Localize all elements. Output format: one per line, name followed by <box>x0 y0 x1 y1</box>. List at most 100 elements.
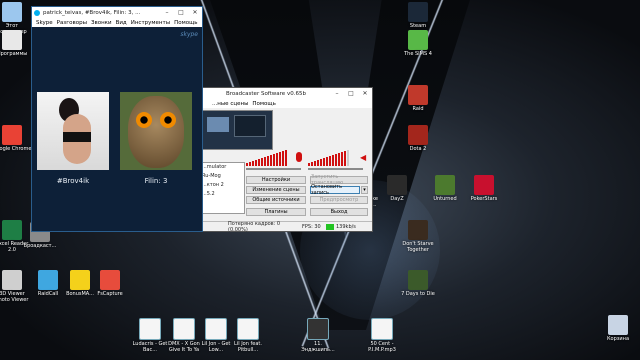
desktop-icon[interactable]: Steam <box>398 2 438 29</box>
participant-tile[interactable] <box>37 92 109 170</box>
desktop-icon[interactable]: Unturned <box>425 175 465 202</box>
obs-title: Broadcaster Software v0.65b <box>226 90 306 97</box>
desktop-icon[interactable]: Dota 2 <box>398 125 438 152</box>
meter-segment <box>335 154 337 166</box>
meter-segment <box>255 160 257 166</box>
desktop-icon-label: Unturned <box>433 196 457 202</box>
stop-record-button[interactable]: Остановить запись <box>310 184 360 196</box>
desktop-icon[interactable]: 50 Cent - P.I.M.P.mp3 <box>362 318 402 353</box>
edit-scene-button[interactable]: Изменение сцены <box>246 186 306 194</box>
obs-window[interactable]: Broadcaster Software v0.65b – □ ✕ ...ные… <box>195 87 373 233</box>
record-dropdown-button[interactable]: ▾ <box>361 186 368 194</box>
dst-icon <box>408 220 428 240</box>
chevron-down-icon: ▾ <box>363 187 366 193</box>
obs-menu-item[interactable]: Помощь <box>252 101 275 107</box>
owl-eye <box>136 112 152 128</box>
desktop-icon[interactable]: Lil Jon feat. Pitbull... <box>228 318 268 353</box>
meter-segment <box>264 157 266 166</box>
skype-window[interactable]: patrick_teivas, #Brov4ik, Filin: 3, ... … <box>31 6 203 232</box>
skype-menu-item[interactable]: Разговоры <box>57 20 87 26</box>
skype-titlebar[interactable]: patrick_teivas, #Brov4ik, Filin: 3, ... … <box>32 7 202 18</box>
exit-button[interactable]: Выход <box>310 208 368 216</box>
meter-segment <box>308 163 310 166</box>
meter-segment <box>279 152 281 166</box>
desktop-icon[interactable]: PokerStars <box>464 175 504 202</box>
skype-logo-icon <box>34 9 40 16</box>
7days-icon <box>408 270 428 290</box>
skype-menu-item[interactable]: Вид <box>116 20 127 26</box>
pokerstars-icon <box>474 175 494 195</box>
obs-sources-list[interactable]: ...mulator Ru-Mog ...ктон 2 ...5.2 <box>201 162 245 214</box>
microphone-icon[interactable] <box>296 152 302 162</box>
source-item[interactable]: ...5.2 <box>202 190 244 199</box>
meter-segment <box>311 162 313 166</box>
settings-button[interactable]: Настройки <box>246 176 306 184</box>
source-item[interactable]: ...mulator <box>202 163 244 172</box>
meter-segment <box>323 158 325 166</box>
obs-menu-item[interactable]: ...ные сцены <box>212 101 248 107</box>
source-item[interactable]: Ru-Mog <box>202 172 244 181</box>
close-icon[interactable]: ✕ <box>188 9 202 16</box>
desktop-icon-label: DayZ <box>390 196 404 202</box>
bitrate-indicator <box>326 223 334 230</box>
dayz-icon <box>387 175 407 195</box>
obs-preview <box>201 110 273 150</box>
desktop-icon[interactable]: DayZ <box>377 175 417 202</box>
source-item[interactable]: ...ктон 2 <box>202 181 244 190</box>
meter-segment <box>317 160 319 166</box>
desktop-icon-label: Броадкаст... <box>23 243 57 249</box>
obs-menubar: ...ные сцены Помощь <box>196 99 372 108</box>
skype-menu-item[interactable]: Звонки <box>91 20 112 26</box>
participant-name: #Brov4ik <box>56 177 90 185</box>
preview-button[interactable]: Предпросмотр <box>310 196 368 204</box>
recycle-bin-icon <box>608 315 628 335</box>
meter-segment <box>246 163 248 166</box>
desktop-icon-label: 50 Cent - P.I.M.P.mp3 <box>368 341 396 353</box>
skype-menu-item[interactable]: Помощь <box>174 20 197 26</box>
minimize-icon[interactable]: – <box>330 90 344 97</box>
steam-icon <box>408 2 428 22</box>
owl-body <box>128 96 184 168</box>
desktop-icon[interactable]: 11. Энджшипь... <box>298 318 338 353</box>
meter-segment <box>285 150 287 166</box>
participant-tile[interactable] <box>120 92 192 170</box>
desktop-icon-label: Dota 2 <box>409 146 427 152</box>
skype-menu-item[interactable]: Skype <box>36 20 53 26</box>
desktop-icon-label: The SIMS 4 <box>404 51 432 57</box>
skype-menu-item[interactable]: Инструменты <box>131 20 170 26</box>
obs-titlebar[interactable]: Broadcaster Software v0.65b – □ ✕ <box>196 88 372 99</box>
meter-bar <box>246 168 301 170</box>
desktop-icon[interactable]: Корзина <box>598 315 638 342</box>
desktop-icon[interactable]: FsCapture <box>90 270 130 297</box>
desktop-icon-label: Don't Starve Together <box>402 241 434 253</box>
desktop-icon[interactable]: 7 Days to Die <box>398 270 438 297</box>
speaker-icon[interactable]: ◀ <box>360 154 366 162</box>
desktop-icon[interactable]: Don't Starve Together <box>398 220 438 253</box>
desktop-icon[interactable]: Google Chrome <box>0 125 32 152</box>
avatar-clothing <box>63 132 91 142</box>
unturned-icon <box>435 175 455 195</box>
meter-segment <box>282 151 284 166</box>
desktop-icon[interactable]: Программы <box>0 30 32 57</box>
maximize-icon[interactable]: □ <box>174 9 188 16</box>
owl-eye <box>160 112 176 128</box>
meter-segment <box>276 153 278 166</box>
skype-title: patrick_teivas, #Brov4ik, Filin: 3, ... <box>43 9 141 16</box>
meter-segment <box>258 159 260 166</box>
close-icon[interactable]: ✕ <box>358 90 372 97</box>
desktop-icon[interactable]: The SIMS 4 <box>398 30 438 57</box>
meter-segment <box>267 156 269 166</box>
raid-icon <box>408 85 428 105</box>
desktop-icon[interactable]: Raid <box>398 85 438 112</box>
start-stream-button[interactable]: Запустить трансляцию <box>310 174 368 186</box>
global-sources-button[interactable]: Общие источники <box>246 196 306 204</box>
maximize-icon[interactable]: □ <box>344 90 358 97</box>
meter-segment <box>338 153 340 166</box>
meter-segment <box>347 150 349 166</box>
excel-icon <box>2 220 22 240</box>
minimize-icon[interactable]: – <box>160 9 174 16</box>
audio-file-icon <box>173 318 195 340</box>
plugins-button[interactable]: Плагины <box>246 208 306 216</box>
desktop-icon-label: Steam <box>409 23 427 29</box>
meter-segment <box>332 155 334 166</box>
